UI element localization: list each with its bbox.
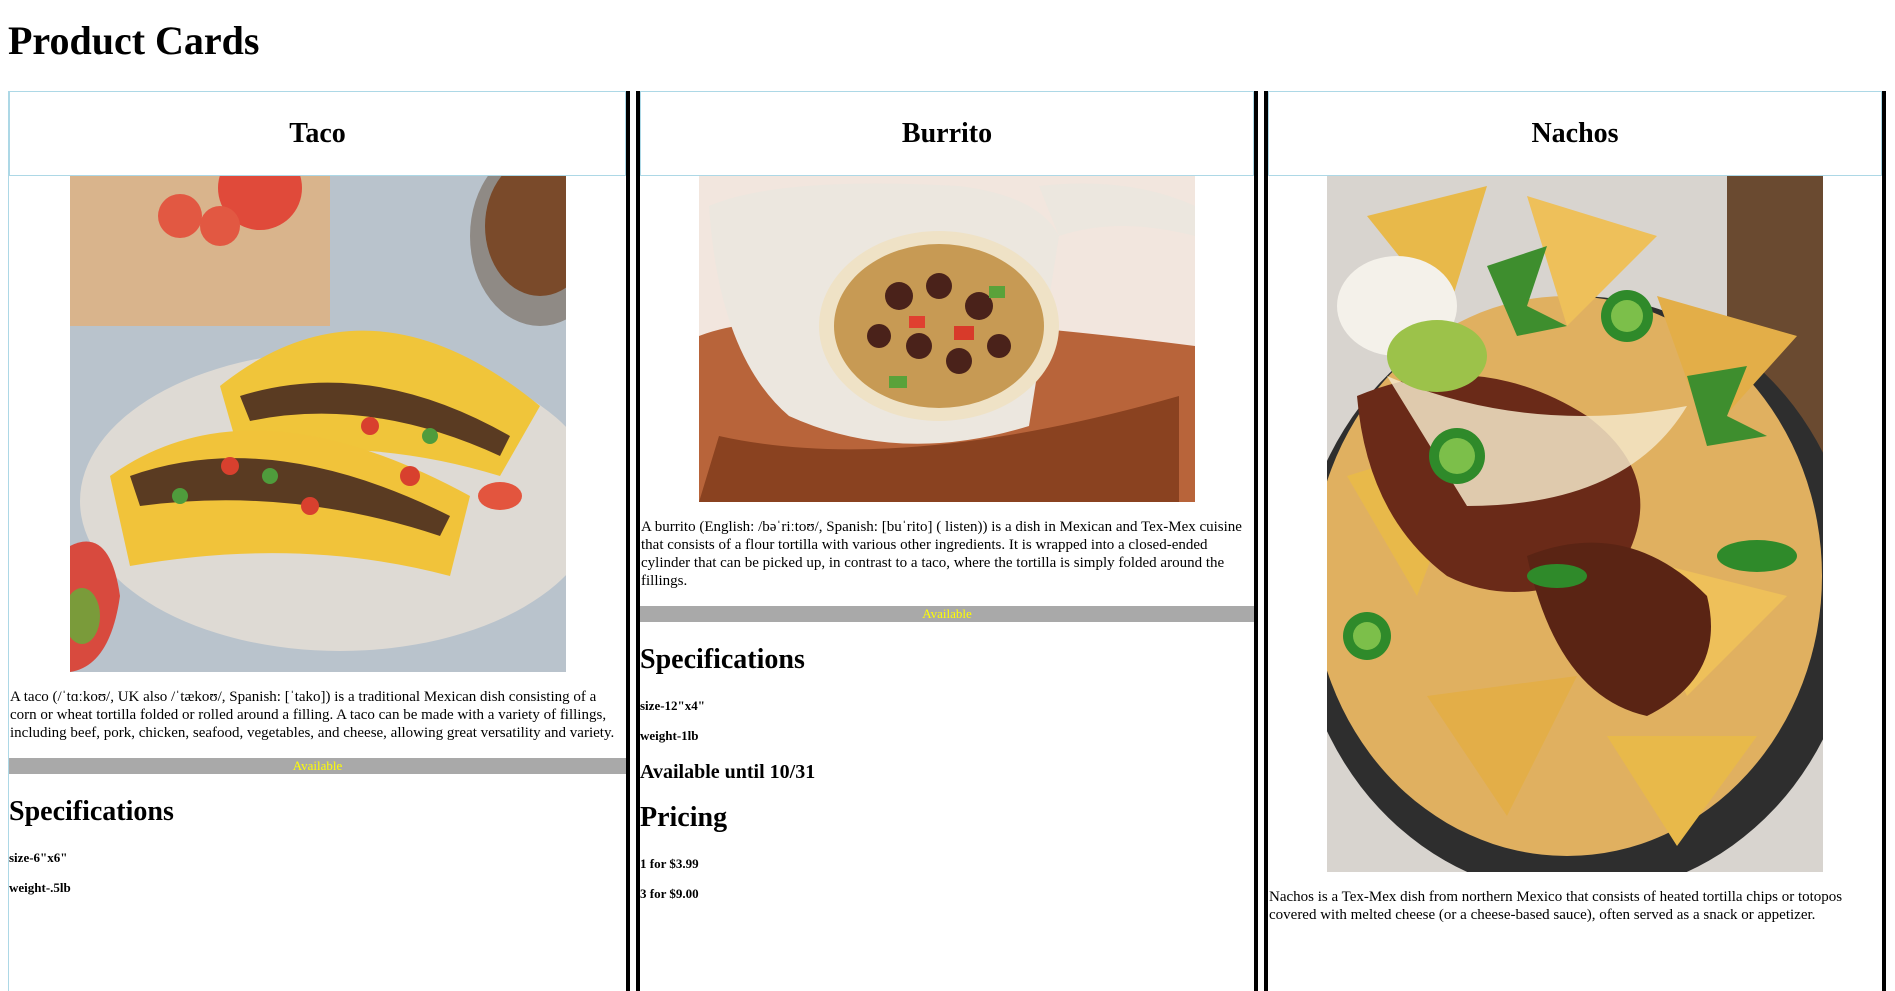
price-triple: 3 for $9.00: [640, 886, 699, 901]
product-description: A taco (/ˈtɑːkoʊ/, UK also /ˈtækoʊ/, Spa…: [10, 689, 615, 741]
card-title: Nachos: [1268, 91, 1882, 176]
product-description: A burrito (English: /bəˈriːtoʊ/, Spanish…: [641, 519, 1242, 589]
card-title: Taco: [9, 91, 626, 176]
nachos-photo: [1327, 176, 1823, 872]
spec-weight: weight-1lb: [640, 728, 699, 743]
taco-photo: [69, 176, 566, 672]
specifications-heading: Specifications: [9, 796, 174, 827]
card-title: Burrito: [640, 91, 1254, 176]
spec-size: size-12"x4": [640, 698, 705, 713]
product-card-burrito: Burrito A burrito (English: /bəˈriːtoʊ/,…: [636, 91, 1258, 991]
spec-weight: weight-.5lb: [9, 880, 71, 895]
availability-status: Available: [9, 758, 626, 774]
price-single: 1 for $3.99: [640, 856, 699, 871]
availability-status: Available: [640, 606, 1254, 622]
product-card-taco: Taco A taco (/ˈtɑːkoʊ/, UK also /ˈtækoʊ/…: [8, 91, 630, 991]
specifications-heading: Specifications: [640, 644, 805, 675]
product-description: Nachos is a Tex-Mex dish from northern M…: [1269, 889, 1843, 923]
spec-size: size-6"x6": [9, 850, 68, 865]
product-card-nachos: Nachos Nachos is a Tex-Mex dish from nor…: [1264, 91, 1886, 991]
burrito-photo: [699, 176, 1195, 502]
pricing-heading: Pricing: [640, 802, 728, 833]
page-title: Product Cards: [8, 18, 260, 63]
product-card-list: Taco A taco (/ˈtɑːkoʊ/, UK also /ˈtækoʊ/…: [8, 91, 1888, 991]
available-until: Available until 10/31: [640, 761, 816, 783]
